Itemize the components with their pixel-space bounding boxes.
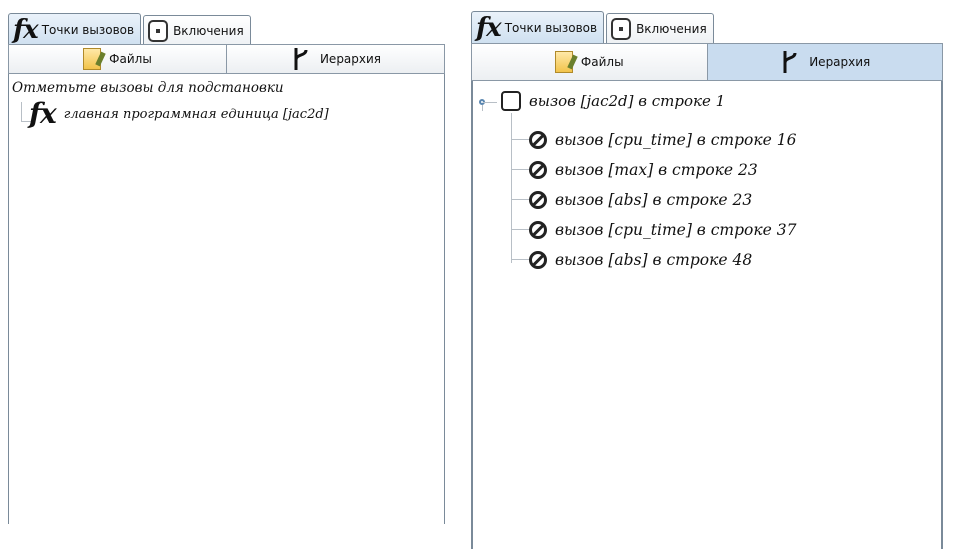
- tree-node-call[interactable]: вызов [max] в строке 23: [529, 155, 796, 185]
- tab-files[interactable]: Файлы: [472, 44, 708, 80]
- fx-icon: fx: [29, 97, 57, 130]
- tree-node-call[interactable]: вызов [cpu_time] в строке 37: [529, 215, 796, 245]
- tree-node-main-unit[interactable]: fx главная программная единица [jac2d]: [29, 100, 329, 128]
- left-panel: fx Точки вызовов Включения Файлы Иерархи…: [0, 0, 455, 549]
- hint-text: Отметьте вызовы для подстановки: [12, 80, 284, 96]
- tab-call-points[interactable]: fx Точки вызовов: [8, 13, 142, 45]
- fork-icon: [783, 51, 797, 73]
- checkbox-icon[interactable]: [501, 91, 521, 111]
- tab-hierarchy[interactable]: Иерархия: [227, 45, 444, 73]
- view-tab-bar: Файлы Иерархия: [8, 44, 445, 74]
- tree-node-label: вызов [abs] в строке 23: [555, 191, 753, 209]
- tab-label: Файлы: [109, 52, 152, 66]
- tab-label: Иерархия: [319, 52, 382, 66]
- tree-connector: [482, 105, 483, 111]
- right-panel: fx Точки вызовов Включения Файлы Иерархи…: [465, 0, 956, 549]
- tab-includes[interactable]: Включения: [143, 15, 251, 45]
- tab-label: Включения: [636, 21, 707, 36]
- tree-connector: [511, 199, 529, 200]
- tree-node-label: вызов [abs] в строке 48: [555, 251, 753, 269]
- tab-label: Иерархия: [809, 55, 871, 69]
- tree-node-call[interactable]: вызов [cpu_time] в строке 16: [529, 125, 796, 155]
- tree-node-label: вызов [max] в строке 23: [555, 161, 758, 179]
- fx-icon: fx: [13, 14, 39, 45]
- tree-node-label: вызов [cpu_time] в строке 16: [555, 131, 797, 149]
- tab-call-points[interactable]: fx Точки вызовов: [471, 11, 605, 43]
- disabled-icon: [529, 221, 547, 239]
- tab-label: Точки вызовов: [41, 22, 135, 37]
- disabled-icon: [529, 131, 547, 149]
- tree-connector: [21, 102, 22, 122]
- fx-icon: fx: [476, 12, 502, 43]
- document-icon: [611, 17, 632, 40]
- top-tab-bar: fx Точки вызовов Включения: [8, 5, 253, 45]
- tab-includes[interactable]: Включения: [606, 13, 714, 43]
- tree-node-call[interactable]: вызов [abs] в строке 48: [529, 245, 796, 275]
- document-icon: [148, 19, 169, 42]
- tree-connector: [511, 169, 529, 170]
- tree-node-call[interactable]: вызов [abs] в строке 23: [529, 185, 796, 215]
- top-tab-bar: fx Точки вызовов Включения: [471, 3, 716, 43]
- tree-node-label: вызов [jac2d] в строке 1: [529, 92, 726, 110]
- fork-icon: [294, 48, 308, 70]
- files-icon: [554, 51, 573, 73]
- hierarchy-tree: вызов [jac2d] в строке 1 вызов [cpu_time…: [471, 81, 943, 549]
- files-icon: [83, 48, 102, 70]
- tree-connector: [511, 139, 529, 140]
- tree-connector: [483, 102, 497, 103]
- tab-label: Включения: [173, 23, 244, 38]
- tree-connector: [511, 113, 512, 263]
- tab-files[interactable]: Файлы: [9, 45, 227, 73]
- tree-node-label: вызов [cpu_time] в строке 37: [555, 221, 797, 239]
- disabled-icon: [529, 191, 547, 209]
- disabled-icon: [529, 251, 547, 269]
- calls-tree: Отметьте вызовы для подстановки fx главн…: [8, 74, 445, 524]
- tab-label: Файлы: [580, 55, 624, 69]
- call-list: вызов [cpu_time] в строке 16 вызов [max]…: [529, 125, 796, 275]
- tab-hierarchy[interactable]: Иерархия: [707, 44, 942, 80]
- tree-node-root-call[interactable]: вызов [jac2d] в строке 1: [501, 91, 725, 111]
- view-tab-bar: Файлы Иерархия: [471, 43, 943, 81]
- tree-connector: [511, 259, 529, 260]
- tree-connector: [511, 229, 529, 230]
- disabled-icon: [529, 161, 547, 179]
- tab-label: Точки вызовов: [504, 20, 598, 35]
- tree-node-label: главная программная единица [jac2d]: [63, 106, 329, 122]
